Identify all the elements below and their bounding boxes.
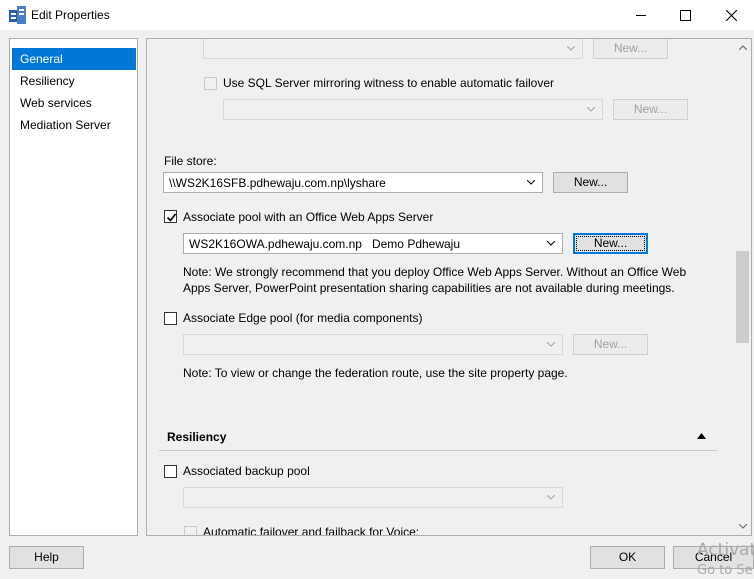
nav-item-general[interactable]: General	[12, 48, 136, 70]
minimize-icon	[636, 15, 646, 16]
focus-rect	[576, 236, 645, 251]
file-store-combo[interactable]: \\WS2K16SFB.pdhewaju.com.np\lyshare	[163, 172, 543, 193]
mirroring-combo[interactable]	[223, 99, 603, 120]
backup-pool-combo[interactable]	[183, 487, 563, 508]
close-button[interactable]	[708, 0, 754, 30]
mirroring-checkbox[interactable]	[204, 77, 217, 90]
failover-checkbox[interactable]	[184, 526, 197, 535]
resiliency-section-header[interactable]: Resiliency	[159, 423, 717, 451]
chevron-down-icon	[587, 107, 595, 112]
chevron-down-icon	[567, 46, 575, 51]
backup-pool-label: Associated backup pool	[183, 464, 310, 478]
server-icon	[9, 6, 26, 24]
navigation-list: General Resiliency Web services Mediatio…	[9, 38, 138, 536]
edge-pool-label: Associate Edge pool (for media component…	[183, 311, 423, 325]
title-bar: Edit Properties	[0, 0, 754, 30]
chevron-down-icon	[527, 180, 535, 185]
chevron-down-icon	[738, 524, 747, 529]
help-button[interactable]: Help	[9, 546, 84, 569]
nav-item-mediation-server[interactable]: Mediation Server	[12, 114, 136, 136]
maximize-icon	[679, 9, 691, 21]
office-web-apps-label: Associate pool with an Office Web Apps S…	[183, 210, 434, 224]
top-new-button[interactable]: New...	[593, 39, 668, 59]
chevron-down-icon	[547, 495, 555, 500]
scroll-up-button[interactable]	[734, 39, 751, 56]
file-store-label: File store:	[164, 154, 217, 168]
mirroring-new-button[interactable]: New...	[613, 99, 688, 120]
watermark-line-2: Go to Se	[697, 563, 753, 578]
edge-pool-combo[interactable]	[183, 334, 563, 355]
maximize-button[interactable]	[662, 0, 708, 30]
checkmark-icon	[166, 213, 177, 222]
failover-label: Automatic failover and failback for Voic…	[203, 525, 420, 536]
scroll-down-button[interactable]	[734, 518, 751, 535]
file-store-new-button[interactable]: New...	[553, 172, 628, 193]
chevron-down-icon	[547, 241, 555, 246]
edge-pool-note: Note: To view or change the federation r…	[183, 366, 568, 380]
office-web-apps-checkbox[interactable]	[164, 210, 177, 223]
nav-item-web-services[interactable]: Web services	[12, 92, 136, 114]
collapse-up-icon[interactable]	[697, 433, 706, 439]
vertical-scrollbar[interactable]	[734, 39, 751, 535]
resiliency-section-title: Resiliency	[167, 430, 227, 444]
top-combo[interactable]	[203, 39, 583, 59]
nav-item-resiliency[interactable]: Resiliency	[12, 70, 136, 92]
chevron-down-icon	[547, 342, 555, 347]
edge-pool-new-button[interactable]: New...	[573, 334, 648, 355]
office-web-apps-combo[interactable]: WS2K16OWA.pdhewaju.com.np Demo Pdhewaju	[183, 233, 563, 254]
mirroring-label: Use SQL Server mirroring witness to enab…	[223, 76, 555, 90]
window-title: Edit Properties	[31, 8, 110, 22]
minimize-button[interactable]	[618, 0, 664, 30]
ok-button[interactable]: OK	[590, 546, 665, 569]
scroll-thumb[interactable]	[736, 251, 749, 343]
chevron-up-icon	[738, 45, 747, 50]
properties-panel: New... Use SQL Server mirroring witness …	[146, 38, 752, 536]
office-web-apps-new-button[interactable]: New...	[573, 233, 648, 254]
watermark-line-1: Activat	[697, 540, 754, 560]
office-web-apps-note: Note: We strongly recommend that you dep…	[183, 265, 687, 295]
edge-pool-checkbox[interactable]	[164, 312, 177, 325]
backup-pool-checkbox[interactable]	[164, 465, 177, 478]
close-icon	[725, 9, 737, 21]
